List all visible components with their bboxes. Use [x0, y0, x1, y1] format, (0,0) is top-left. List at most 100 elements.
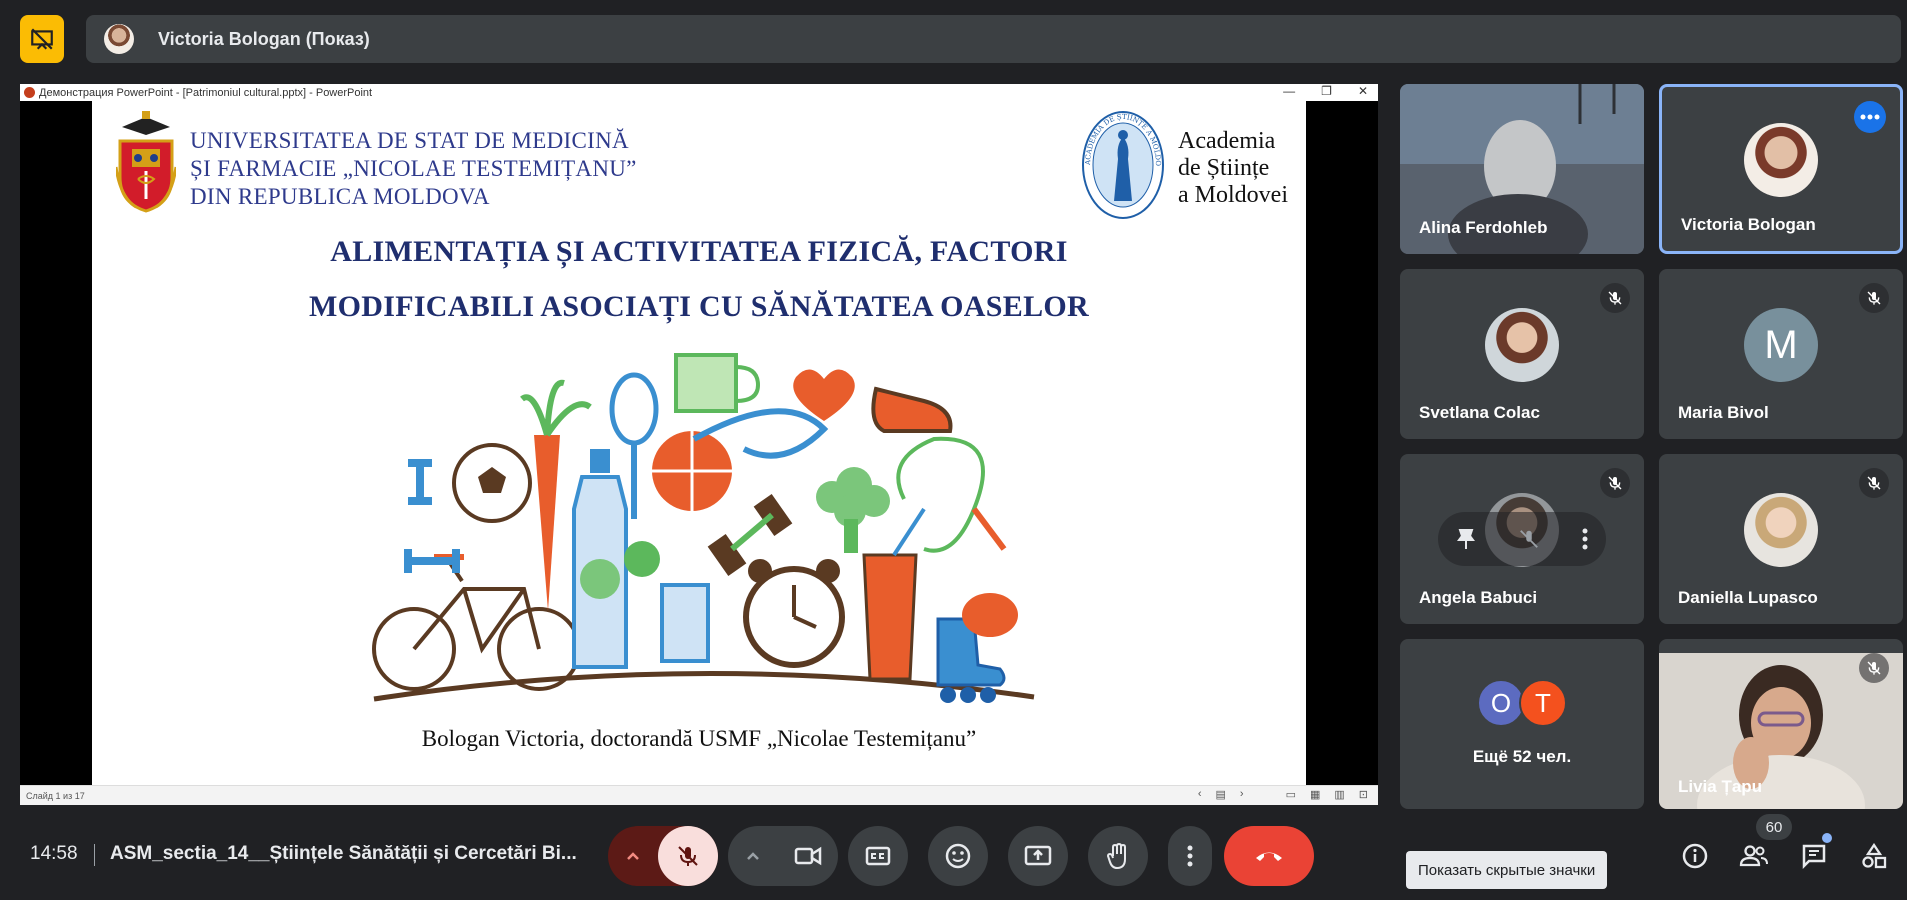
camera-control [728, 826, 838, 886]
video-options-button[interactable] [728, 851, 778, 861]
presenter-avatar [104, 24, 134, 54]
slide-stage: UNIVERSITATEA DE STAT DE MEDICINĂ ȘI FAR… [20, 101, 1378, 785]
avatar: M [1744, 308, 1818, 382]
slide-menu-icon[interactable]: ▤ [1215, 788, 1225, 801]
divider [94, 844, 95, 866]
previous-slide-icon[interactable]: ‹ [1198, 788, 1202, 801]
barbell-icon [707, 493, 793, 577]
people-button[interactable] [1734, 836, 1774, 876]
mute-participant-icon[interactable] [1518, 528, 1540, 550]
present-now-button[interactable] [1008, 826, 1068, 886]
stop-presenting-button[interactable] [20, 15, 64, 63]
others-tile[interactable]: O T Ещё 52 чел. [1400, 639, 1644, 809]
participant-name: Livia Țapu [1678, 777, 1763, 796]
normal-view-icon[interactable]: ▭ [1286, 788, 1296, 801]
participant-tile[interactable]: M Maria Bivol [1659, 269, 1903, 439]
people-icon [1739, 845, 1768, 867]
mic-off-indicator [1600, 283, 1630, 313]
participant-tile[interactable]: Svetlana Colac [1400, 269, 1644, 439]
basketball-icon [652, 431, 732, 511]
mic-off-icon [1608, 476, 1622, 490]
soccer-ball-icon [452, 443, 532, 523]
more-vertical-icon [1187, 845, 1193, 867]
participant-tile-active[interactable]: Victoria Bologan [1659, 84, 1903, 254]
pin-icon[interactable] [1456, 528, 1476, 550]
avatar [1744, 493, 1818, 567]
camera-toggle-button[interactable] [778, 845, 838, 867]
slide-title-line2: MODIFICABILI ASOCIAȚI CU SĂNĂTATEA OASEL… [309, 290, 1089, 323]
close-icon[interactable]: ✕ [1358, 84, 1368, 98]
reactions-button[interactable] [928, 826, 988, 886]
next-slide-icon[interactable]: › [1240, 788, 1244, 801]
tennis-ball-icon [624, 541, 660, 577]
broccoli-icon [816, 467, 890, 553]
mic-off-icon [1867, 291, 1881, 305]
minimize-icon[interactable]: — [1283, 84, 1295, 98]
tea-cup-icon [674, 353, 761, 413]
participant-tile[interactable]: Alina Ferdohleb [1400, 84, 1644, 254]
glass-of-water-icon [660, 583, 710, 663]
juice-glass-icon [862, 507, 926, 681]
activities-button[interactable] [1854, 836, 1894, 876]
participant-name: Svetlana Colac [1419, 403, 1540, 422]
microphone-control [608, 826, 718, 886]
camera-icon [794, 846, 822, 866]
participant-tile[interactable]: Livia Țapu [1659, 639, 1903, 809]
more-horizontal-icon [1860, 114, 1880, 120]
university-name: UNIVERSITATEA DE STAT DE MEDICINĂ ȘI FAR… [190, 128, 637, 209]
powerpoint-logo-icon [24, 87, 35, 98]
slide-counter: Слайд 1 из 17 [26, 790, 85, 801]
more-vertical-icon[interactable] [1582, 528, 1588, 550]
present-screen-icon [1024, 845, 1052, 866]
chevron-up-icon [627, 852, 639, 860]
restore-icon[interactable]: ❐ [1321, 84, 1332, 98]
participant-tile[interactable]: Angela Babuci [1400, 454, 1644, 624]
slide-sorter-icon[interactable]: ▦ [1310, 788, 1320, 801]
jump-rope-icon [896, 436, 985, 553]
participant-tile[interactable]: Daniella Lupasco [1659, 454, 1903, 624]
water-bottle-icon [572, 449, 628, 669]
audio-options-button[interactable] [608, 851, 658, 861]
more-options-button[interactable] [1168, 826, 1212, 886]
participant-name: Maria Bivol [1678, 403, 1769, 422]
slideshow-view-icon[interactable]: ⊡ [1359, 788, 1368, 801]
info-icon [1682, 843, 1708, 869]
sneaker-icon [871, 386, 953, 433]
more-options-button[interactable] [1854, 101, 1886, 133]
raise-hand-button[interactable] [1088, 826, 1148, 886]
powerpoint-title-bar: Демонстрация PowerPoint - [Patrimoniul c… [20, 84, 1378, 101]
participant-name: Daniella Lupasco [1678, 588, 1818, 607]
mic-off-indicator [1859, 653, 1889, 683]
others-count-label: Ещё 52 чел. [1472, 747, 1572, 766]
presenter-bar: Victoria Bologan (Показ) [86, 15, 1901, 63]
mic-toggle-button[interactable] [658, 826, 718, 886]
alarm-clock-icon [743, 559, 845, 668]
mic-off-icon [678, 846, 698, 866]
hand-icon [1106, 842, 1126, 870]
academy-seal-logo: ACADEMIA DE ȘTIINȚE A MOLDOVEI [1080, 109, 1164, 219]
slide: UNIVERSITATEA DE STAT DE MEDICINĂ ȘI FAR… [92, 101, 1306, 785]
meeting-details-button[interactable] [1675, 836, 1715, 876]
captions-button[interactable] [848, 826, 908, 886]
mic-off-indicator [1600, 468, 1630, 498]
reading-view-icon[interactable]: ▥ [1334, 788, 1344, 801]
slide-title-line1: ALIMENTAȚIA ȘI ACTIVITATEA FIZICĂ, FACTO… [330, 235, 1068, 268]
mic-off-icon [1608, 291, 1622, 305]
closed-captions-icon [865, 846, 891, 866]
sport-ball-icon [962, 593, 1018, 637]
emoji-icon [945, 843, 971, 869]
activities-icon [1862, 843, 1887, 869]
leave-call-button[interactable] [1224, 826, 1314, 886]
tile-hover-controls [1438, 512, 1606, 566]
avatar: O [1477, 679, 1525, 727]
avatar: T [1519, 679, 1567, 727]
clock: 14:58 [30, 843, 78, 864]
chevron-up-icon [747, 852, 759, 860]
mic-off-indicator [1859, 283, 1889, 313]
mic-off-icon [1867, 661, 1881, 675]
nutrition-sport-illustration [372, 353, 1035, 703]
participant-name: Alina Ferdohleb [1419, 218, 1548, 237]
presenter-name: Victoria Bologan (Показ) [158, 28, 370, 49]
end-call-icon [1256, 852, 1282, 861]
chat-notification-dot [1822, 833, 1832, 843]
